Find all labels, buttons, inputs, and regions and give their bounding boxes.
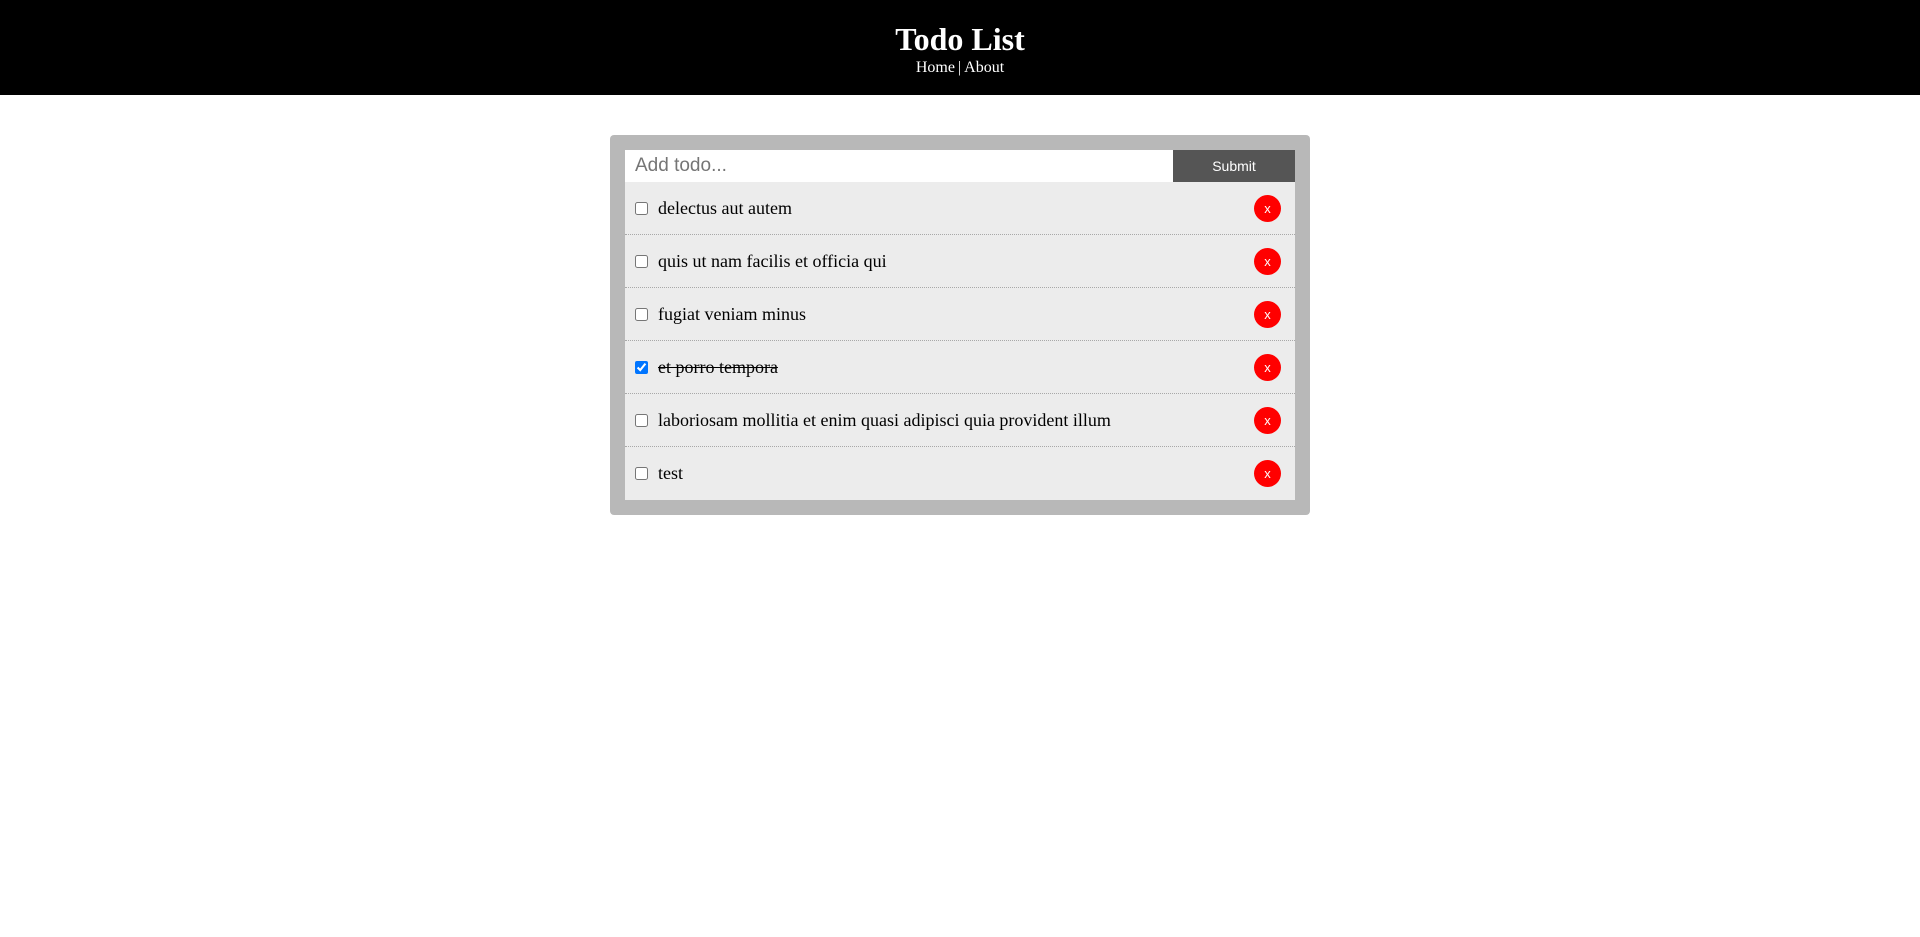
- todo-checkbox[interactable]: [635, 467, 648, 480]
- delete-button[interactable]: x: [1254, 300, 1281, 328]
- todo-checkbox[interactable]: [635, 360, 648, 374]
- todo-panel: Submit delectus aut autem x quis ut nam …: [610, 135, 1310, 515]
- delete-button[interactable]: x: [1254, 406, 1281, 434]
- delete-button[interactable]: x: [1254, 194, 1281, 222]
- todo-item: delectus aut autem x: [625, 182, 1295, 235]
- todo-item: laboriosam mollitia et enim quasi adipis…: [625, 394, 1295, 447]
- todo-title: quis ut nam facilis et officia qui: [658, 250, 887, 271]
- todo-item: test x: [625, 447, 1295, 500]
- todo-item: quis ut nam facilis et officia qui x: [625, 235, 1295, 288]
- todo-checkbox[interactable]: [635, 307, 648, 321]
- nav-separator: |: [957, 59, 962, 76]
- todo-title: fugiat veniam minus: [658, 303, 806, 324]
- todo-title: test: [658, 463, 683, 483]
- delete-button[interactable]: x: [1254, 247, 1281, 275]
- app-header: Todo List Home | About: [0, 0, 1920, 95]
- delete-button[interactable]: x: [1254, 353, 1281, 381]
- todo-checkbox[interactable]: [635, 413, 648, 427]
- header-nav: Home | About: [0, 58, 1920, 78]
- todo-item: fugiat veniam minus x: [625, 288, 1295, 341]
- add-todo-form: Submit: [625, 150, 1295, 182]
- add-todo-input[interactable]: [625, 150, 1173, 182]
- todo-checkbox[interactable]: [635, 254, 648, 268]
- submit-button[interactable]: Submit: [1173, 150, 1295, 182]
- nav-home-link[interactable]: Home: [916, 59, 955, 76]
- todo-item: et porro tempora x: [625, 341, 1295, 394]
- page-title: Todo List: [895, 21, 1025, 57]
- todo-title: delectus aut autem: [658, 197, 792, 218]
- nav-about-link[interactable]: About: [964, 59, 1004, 76]
- todo-list: delectus aut autem x quis ut nam facilis…: [625, 182, 1295, 500]
- todo-title: laboriosam mollitia et enim quasi adipis…: [658, 409, 1111, 430]
- todo-checkbox[interactable]: [635, 201, 648, 215]
- delete-button[interactable]: x: [1254, 460, 1281, 487]
- todo-title: et porro tempora: [658, 356, 778, 377]
